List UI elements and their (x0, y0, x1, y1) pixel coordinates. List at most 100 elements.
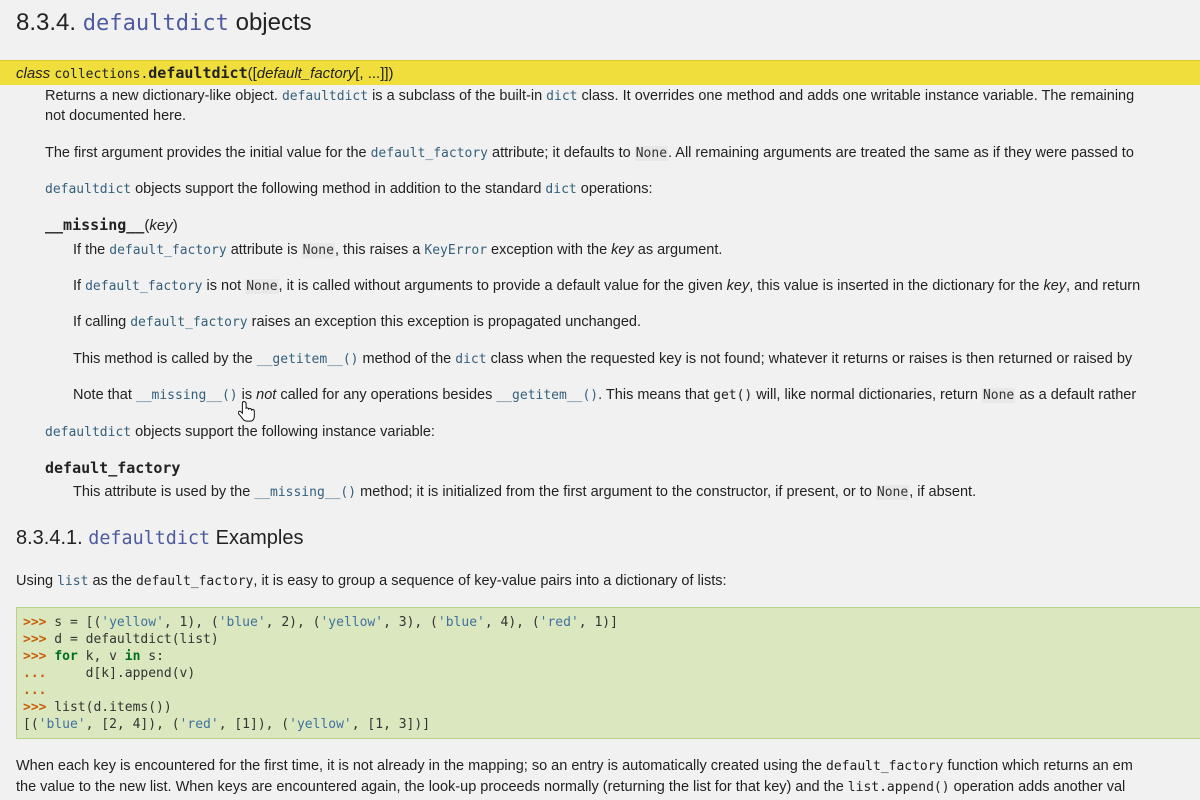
method-param: key (149, 217, 173, 234)
text: If calling (73, 314, 131, 330)
text: as a default rather (1015, 387, 1137, 403)
prompt: ... (23, 683, 47, 698)
literal-none: None (301, 243, 335, 258)
text: Note that (73, 387, 136, 403)
link-defaultdict[interactable]: defaultdict (45, 425, 131, 440)
code: k, v (77, 649, 125, 664)
string: 'yellow' (101, 615, 164, 630)
code-line-2: >>> d = defaultdict(list) (23, 632, 219, 647)
text: When each key is encountered for the fir… (16, 758, 827, 774)
link-list[interactable]: list (57, 574, 88, 589)
code: s: (140, 649, 164, 664)
link-getitem[interactable]: __getitem__() (257, 352, 359, 367)
link-dict[interactable]: dict (545, 182, 576, 197)
section-heading: 8.3.4. defaultdict objects (16, 6, 312, 41)
text: . This means that (598, 387, 714, 403)
code: d = defaultdict(list) (46, 632, 219, 647)
code: , 4), ( (484, 615, 540, 630)
link-default-factory[interactable]: default_factory (130, 315, 247, 330)
text: as argument. (633, 242, 723, 258)
text: . All remaining arguments are treated th… (668, 145, 1134, 161)
keyword: for (54, 649, 78, 664)
text: , it is called without arguments to prov… (278, 278, 727, 294)
code: list(d.items()) (46, 700, 172, 715)
link-defaultdict[interactable]: defaultdict (282, 89, 368, 104)
link-defaultdict[interactable]: defaultdict (45, 182, 131, 197)
link-default-factory[interactable]: default_factory (85, 279, 202, 294)
method-para-4: This method is called by the __getitem__… (73, 349, 1132, 370)
string: 'blue' (38, 717, 86, 732)
text: class when the requested key is not foun… (486, 351, 1133, 367)
attribute-para: This attribute is used by the __missing_… (73, 482, 976, 503)
text: Using (16, 573, 58, 589)
heading-code[interactable]: defaultdict (88, 528, 210, 549)
attribute-name: default_factory (45, 459, 181, 477)
text: exception with the (487, 242, 612, 258)
code: [( (23, 717, 39, 732)
literal-list-append: list.append() (847, 780, 950, 795)
heading-text: Examples (215, 527, 304, 549)
literal-default-factory: default_factory (826, 759, 944, 774)
keyword: in (124, 649, 141, 664)
heading-number: 8.3.4. (16, 9, 77, 36)
literal-get: get() (713, 388, 753, 403)
text: called for any operations besides (276, 387, 497, 403)
class-keyword: class (16, 65, 51, 82)
text: as the (88, 573, 136, 589)
text: The first argument provides the initial … (45, 145, 371, 161)
doc-page: 8.3.4. defaultdict objects class collect… (0, 0, 1200, 800)
heading-number: 8.3.4.1. (16, 527, 83, 549)
heading-code[interactable]: defaultdict (83, 11, 229, 36)
paragraph-2: The first argument provides the initial … (45, 143, 1134, 164)
link-missing[interactable]: __missing__() (136, 388, 238, 403)
link-getitem[interactable]: __getitem__() (496, 388, 598, 403)
text: This attribute is used by the (73, 484, 255, 500)
method-name: __missing__ (45, 216, 145, 234)
class-signature: class collections.defaultdict([default_f… (0, 60, 1200, 85)
sig-param: default_factory (256, 65, 356, 82)
paragraph-3: defaultdict objects support the followin… (45, 179, 653, 200)
text: , and return (1066, 278, 1141, 294)
subsection-heading: 8.3.4.1. defaultdict Examples (16, 523, 303, 554)
text: raises an exception this exception is pr… (247, 314, 642, 330)
text: will, like normal dictionaries, return (752, 387, 982, 403)
link-dict[interactable]: dict (455, 352, 486, 367)
emphasis: not (256, 387, 277, 403)
text: attribute is (226, 242, 302, 258)
code: , 1)] (578, 615, 618, 630)
string: 'blue' (218, 615, 266, 630)
text: class. It overrides one method and adds … (577, 88, 1135, 104)
literal-none: None (875, 485, 910, 500)
code: , [1]), ( (218, 717, 290, 732)
link-keyerror[interactable]: KeyError (424, 243, 487, 258)
emphasis: key (1043, 278, 1067, 294)
link-dict[interactable]: dict (546, 89, 577, 104)
literal-none: None (634, 146, 669, 161)
string: 'yellow' (320, 615, 384, 630)
code: , 3), ( (383, 615, 438, 630)
method-para-1: If the default_factory attribute is None… (73, 240, 722, 261)
link-missing[interactable]: __missing__() (254, 485, 356, 500)
string: 'red' (539, 615, 579, 630)
emphasis: key (611, 242, 634, 258)
text: If the (73, 242, 110, 258)
code: , 1), ( (163, 615, 219, 630)
link-default-factory[interactable]: default_factory (371, 146, 488, 161)
code-example[interactable]: >>> s = [('yellow', 1), ('blue', 2), ('y… (16, 607, 1200, 739)
text: is a subclass of the built-in (368, 88, 547, 104)
code-line-5: ... (23, 683, 46, 698)
code: , [1, 3])] (351, 717, 431, 732)
string: 'red' (179, 717, 219, 732)
paragraph-5: Using list as the default_factory, it is… (16, 571, 727, 592)
method-para-5: Note that __missing__() is not called fo… (73, 385, 1136, 406)
text: operations: (576, 181, 653, 197)
literal-none: None (245, 279, 279, 294)
paren: ) (172, 217, 178, 234)
sig-open: ([ (247, 65, 257, 82)
string: 'yellow' (289, 717, 352, 732)
hand-pointer-icon (238, 400, 255, 422)
text: not documented here. (45, 108, 187, 124)
text: This method is called by the (73, 351, 257, 367)
link-default-factory[interactable]: default_factory (109, 243, 226, 258)
text: , this value is inserted in the dictiona… (749, 278, 1044, 294)
